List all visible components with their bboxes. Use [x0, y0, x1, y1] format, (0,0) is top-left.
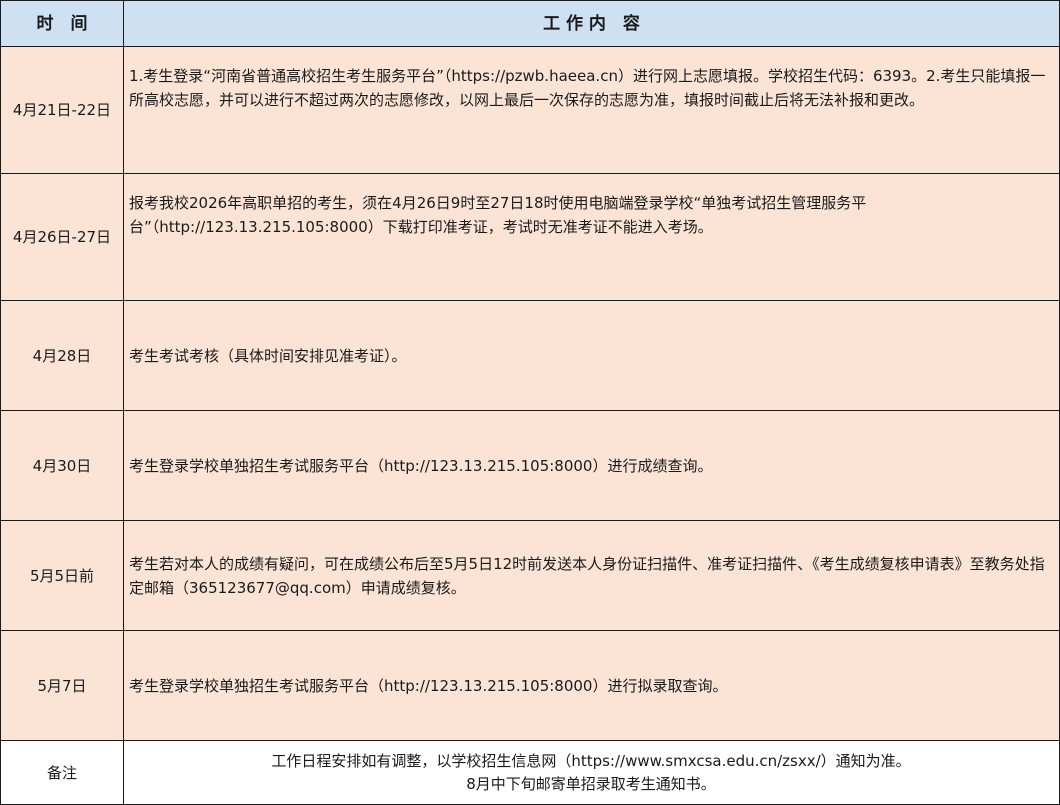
note-label: 备注	[0, 740, 124, 805]
table-row: 4月26日-27日 报考我校2026年高职单招的考生，须在4月26日9时至27日…	[0, 173, 1060, 301]
row-date: 4月21日-22日	[0, 46, 124, 174]
note-row: 备注 工作日程安排如有调整，以学校招生信息网（https://www.smxcs…	[0, 740, 1060, 805]
row-content: 考生登录学校单独招生考试服务平台（http://123.13.215.105:8…	[123, 410, 1060, 521]
table-row: 4月28日 考生考试考核（具体时间安排见准考证）。	[0, 300, 1060, 411]
row-content: 考生登录学校单独招生考试服务平台（http://123.13.215.105:8…	[123, 630, 1060, 741]
note-line-1: 工作日程安排如有调整，以学校招生信息网（https://www.smxcsa.e…	[271, 751, 911, 770]
table-row: 5月7日 考生登录学校单独招生考试服务平台（http://123.13.215.…	[0, 630, 1060, 741]
header-row: 时 间 工 作 内 容	[0, 0, 1060, 47]
row-date: 4月30日	[0, 410, 124, 521]
table-row: 5月5日前 考生若对本人的成绩有疑问，可在成绩公布后至5月5日12时前发送本人身…	[0, 520, 1060, 631]
table-row: 4月30日 考生登录学校单独招生考试服务平台（http://123.13.215…	[0, 410, 1060, 521]
row-content: 考生若对本人的成绩有疑问，可在成绩公布后至5月5日12时前发送本人身份证扫描件、…	[123, 520, 1060, 631]
row-date: 5月5日前	[0, 520, 124, 631]
row-content: 考生考试考核（具体时间安排见准考证）。	[123, 300, 1060, 411]
header-content: 工 作 内 容	[123, 0, 1060, 47]
header-time: 时 间	[0, 0, 124, 47]
row-content: 报考我校2026年高职单招的考生，须在4月26日9时至27日18时使用电脑端登录…	[123, 173, 1060, 301]
row-content: 1.考生登录“河南省普通高校招生考生服务平台”（https://pzwb.hae…	[123, 46, 1060, 174]
note-content: 工作日程安排如有调整，以学校招生信息网（https://www.smxcsa.e…	[123, 740, 1060, 805]
row-date: 4月28日	[0, 300, 124, 411]
table-row: 4月21日-22日 1.考生登录“河南省普通高校招生考生服务平台”（https:…	[0, 46, 1060, 174]
note-line-2: 8月中下旬邮寄单招录取考生通知书。	[466, 774, 716, 793]
row-date: 4月26日-27日	[0, 173, 124, 301]
row-date: 5月7日	[0, 630, 124, 741]
schedule-table: 时 间 工 作 内 容 4月21日-22日 1.考生登录“河南省普通高校招生考生…	[0, 0, 1060, 805]
